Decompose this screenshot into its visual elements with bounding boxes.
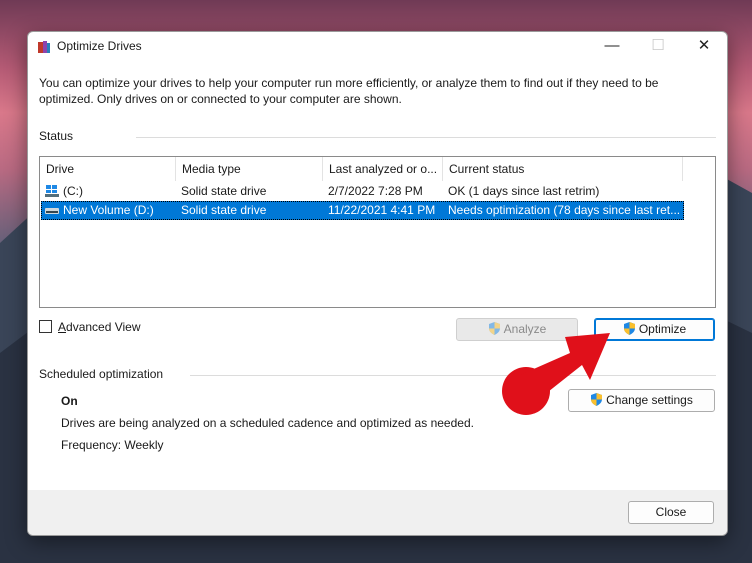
- optimize-drives-window: Optimize Drives — ☐ ✕ You can optimize y…: [27, 31, 728, 536]
- close-window-button[interactable]: ✕: [681, 32, 727, 62]
- annotation-arrow: [502, 333, 610, 415]
- drive-row-d[interactable]: New Volume (D:) Solid state drive 11/22/…: [41, 201, 684, 220]
- uac-shield-icon: [623, 322, 635, 335]
- drive-name: (C:): [63, 184, 83, 198]
- advanced-view-checkbox[interactable]: [39, 320, 52, 333]
- maximize-button: ☐: [635, 32, 681, 62]
- column-header-last-analyzed[interactable]: Last analyzed or o...: [323, 157, 443, 181]
- column-header-drive[interactable]: Drive: [40, 157, 176, 181]
- schedule-state: On: [61, 394, 78, 408]
- drive-icon: [45, 208, 59, 214]
- defrag-app-icon: [38, 41, 50, 53]
- close-icon: ✕: [697, 37, 711, 54]
- minimize-button[interactable]: —: [589, 32, 635, 62]
- close-button[interactable]: Close: [628, 501, 714, 524]
- current-status: OK (1 days since last retrim): [448, 184, 600, 198]
- last-analyzed: 11/22/2021 4:41 PM: [328, 203, 436, 217]
- schedule-frequency: Frequency: Weekly: [61, 438, 164, 452]
- drive-name: New Volume (D:): [63, 203, 154, 217]
- status-separator: [136, 137, 716, 138]
- intro-text: You can optimize your drives to help you…: [39, 76, 659, 106]
- status-label: Status: [39, 129, 74, 143]
- drive-list[interactable]: Drive Media type Last analyzed or o... C…: [39, 156, 716, 308]
- advanced-view-text: dvanced View: [66, 320, 141, 334]
- current-status: Needs optimization (78 days since last r…: [448, 203, 681, 217]
- dialog-footer: Close: [28, 490, 727, 535]
- close-label: Close: [655, 505, 687, 519]
- media-type: Solid state drive: [181, 184, 267, 198]
- column-header-media-type[interactable]: Media type: [176, 157, 323, 181]
- scheduled-optimization-label: Scheduled optimization: [39, 367, 164, 381]
- last-analyzed: 2/7/2022 7:28 PM: [328, 184, 423, 198]
- advanced-view-label[interactable]: Advanced View: [58, 320, 141, 334]
- minimize-icon: —: [604, 37, 620, 54]
- optimize-label: Optimize: [638, 322, 687, 336]
- schedule-description: Drives are being analyzed on a scheduled…: [61, 416, 474, 430]
- maximize-icon: ☐: [651, 37, 665, 54]
- column-header-current-status[interactable]: Current status: [443, 157, 683, 181]
- windows-drive-icon: [45, 185, 59, 197]
- drive-row-c[interactable]: (C:) Solid state drive 2/7/2022 7:28 PM …: [41, 182, 684, 201]
- scheduled-separator: [190, 375, 716, 376]
- window-title: Optimize Drives: [57, 39, 142, 53]
- title-bar: Optimize Drives — ☐ ✕: [28, 32, 727, 62]
- media-type: Solid state drive: [181, 203, 267, 217]
- access-key: A: [58, 320, 67, 334]
